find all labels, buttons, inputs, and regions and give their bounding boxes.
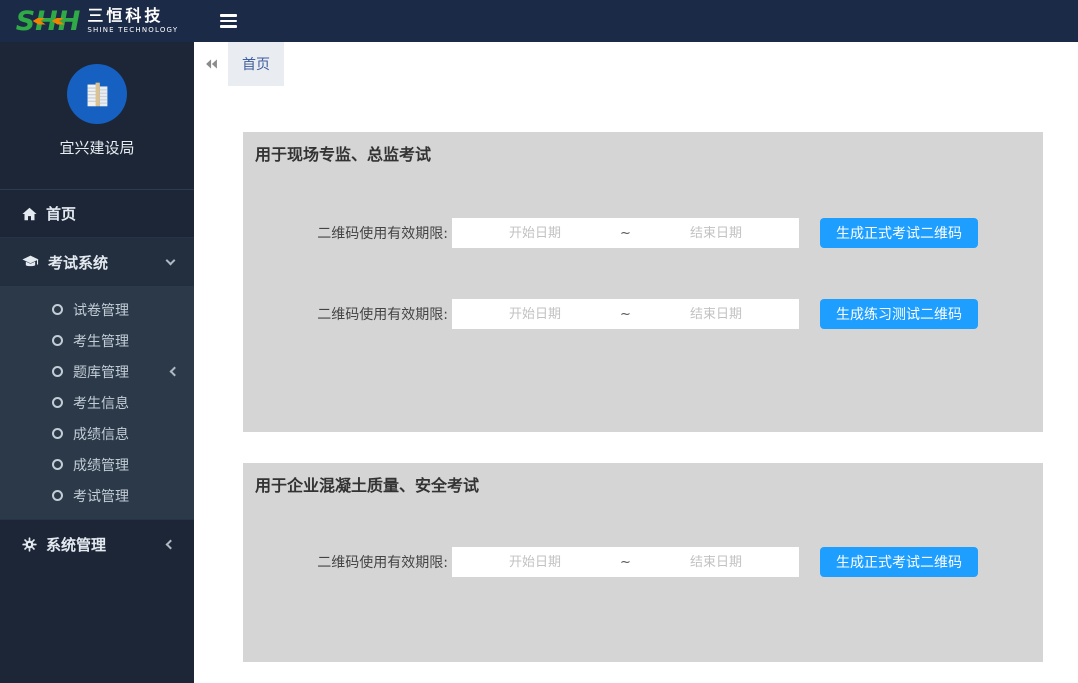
qr-validity-label: 二维码使用有效期限: [300,304,448,324]
main-area: 首页 用于现场专监、总监考试 二维码使用有效期限: ~ 生成正式考试二维码 [194,42,1078,683]
tab-home[interactable]: 首页 [228,42,284,86]
sidebar-item-system-management[interactable]: 系统管理 [0,519,194,569]
logo: SHH 三恒科技 SHINE TECHNOLOGY [0,0,194,42]
start-date-input[interactable] [452,307,618,322]
circle-outline-icon [52,490,63,501]
circle-outline-icon [52,428,63,439]
start-date-input[interactable] [452,226,618,241]
panel-site-supervision-exam: 用于现场专监、总监考试 二维码使用有效期限: ~ 生成正式考试二维码 二维码使用… [243,132,1043,432]
qr-validity-row-enterprise: 二维码使用有效期限: ~ 生成正式考试二维码 [300,547,1043,577]
panel-title: 用于企业混凝土质量、安全考试 [243,475,1043,497]
generate-official-exam-qr-button[interactable]: 生成正式考试二维码 [820,218,978,248]
circle-outline-icon [52,397,63,408]
double-chevron-left-icon[interactable] [194,42,228,86]
qr-validity-label: 二维码使用有效期限: [300,552,448,572]
circle-outline-icon [52,335,63,346]
chevron-left-icon [166,540,176,550]
sidebar-menu: 首页 考试系统 试卷 [0,190,194,569]
chevron-left-icon [170,367,180,377]
brand-name-cn: 三恒科技 [87,7,178,25]
page-content: 用于现场专监、总监考试 二维码使用有效期限: ~ 生成正式考试二维码 二维码使用… [194,86,1078,662]
submenu-item-label: 考试管理 [73,486,129,506]
start-date-input[interactable] [452,555,618,570]
sidebar: 宜兴建设局 首页 考试系统 [0,42,194,683]
end-date-input[interactable] [633,226,799,241]
exam-system-submenu: 试卷管理 考生管理 题库管理 考生信息 [0,286,194,519]
sidebar-section-exam-system: 考试系统 试卷管理 考生管理 [0,238,194,519]
sidebar-item-home[interactable]: 首页 [0,190,194,238]
circle-outline-icon [52,366,63,377]
panel-enterprise-concrete-exam: 用于企业混凝土质量、安全考试 二维码使用有效期限: ~ 生成正式考试二维码 [243,463,1043,662]
submenu-item-label: 考生管理 [73,331,129,351]
logo-mark: SHH [16,8,81,35]
circle-outline-icon [52,459,63,470]
avatar [67,64,127,124]
date-range-picker[interactable]: ~ [452,218,799,248]
generate-practice-test-qr-button[interactable]: 生成练习测试二维码 [820,299,978,329]
submenu-item-label: 试卷管理 [73,300,129,320]
sidebar-subitem-question-bank[interactable]: 题库管理 [0,356,194,387]
submenu-item-label: 考生信息 [73,393,129,413]
sidebar-item-label: 考试系统 [48,252,158,273]
home-icon [22,207,37,221]
qr-validity-label: 二维码使用有效期限: [300,223,448,243]
graduation-cap-icon [22,255,39,269]
submenu-item-label: 成绩信息 [73,424,129,444]
date-range-separator: ~ [618,307,633,322]
sidebar-subitem-score-management[interactable]: 成绩管理 [0,449,194,480]
sidebar-subitem-paper-management[interactable]: 试卷管理 [0,294,194,325]
date-range-separator: ~ [618,555,633,570]
end-date-input[interactable] [633,555,799,570]
logo-text: 三恒科技 SHINE TECHNOLOGY [87,7,178,34]
hamburger-icon[interactable] [210,6,246,36]
end-date-input[interactable] [633,307,799,322]
sidebar-item-label: 首页 [46,203,76,224]
building-icon [80,77,114,111]
org-name: 宜兴建设局 [0,137,194,158]
submenu-item-label: 成绩管理 [73,455,129,475]
sidebar-item-exam-system[interactable]: 考试系统 [0,238,194,286]
sidebar-item-label: 系统管理 [46,534,158,555]
qr-validity-row-practice: 二维码使用有效期限: ~ 生成练习测试二维码 [300,299,1043,329]
generate-official-exam-qr-button[interactable]: 生成正式考试二维码 [820,547,978,577]
panel-title: 用于现场专监、总监考试 [243,144,1043,166]
gear-icon [22,537,37,552]
sidebar-subitem-examinee-info[interactable]: 考生信息 [0,387,194,418]
date-range-separator: ~ [618,226,633,241]
sidebar-subitem-examinee-management[interactable]: 考生管理 [0,325,194,356]
chevron-down-icon [166,256,176,266]
user-profile: 宜兴建设局 [0,42,194,190]
sidebar-subitem-score-info[interactable]: 成绩信息 [0,418,194,449]
qr-validity-row-official: 二维码使用有效期限: ~ 生成正式考试二维码 [300,218,1043,248]
top-navbar: SHH 三恒科技 SHINE TECHNOLOGY [0,0,1078,42]
sidebar-subitem-exam-management[interactable]: 考试管理 [0,480,194,511]
date-range-picker[interactable]: ~ [452,299,799,329]
app-window: SHH 三恒科技 SHINE TECHNOLOGY [0,0,1078,683]
brand-name-en: SHINE TECHNOLOGY [87,27,178,35]
body-row: 宜兴建设局 首页 考试系统 [0,42,1078,683]
date-range-picker[interactable]: ~ [452,547,799,577]
circle-outline-icon [52,304,63,315]
tab-bar: 首页 [194,42,1078,86]
submenu-item-label: 题库管理 [73,362,161,382]
